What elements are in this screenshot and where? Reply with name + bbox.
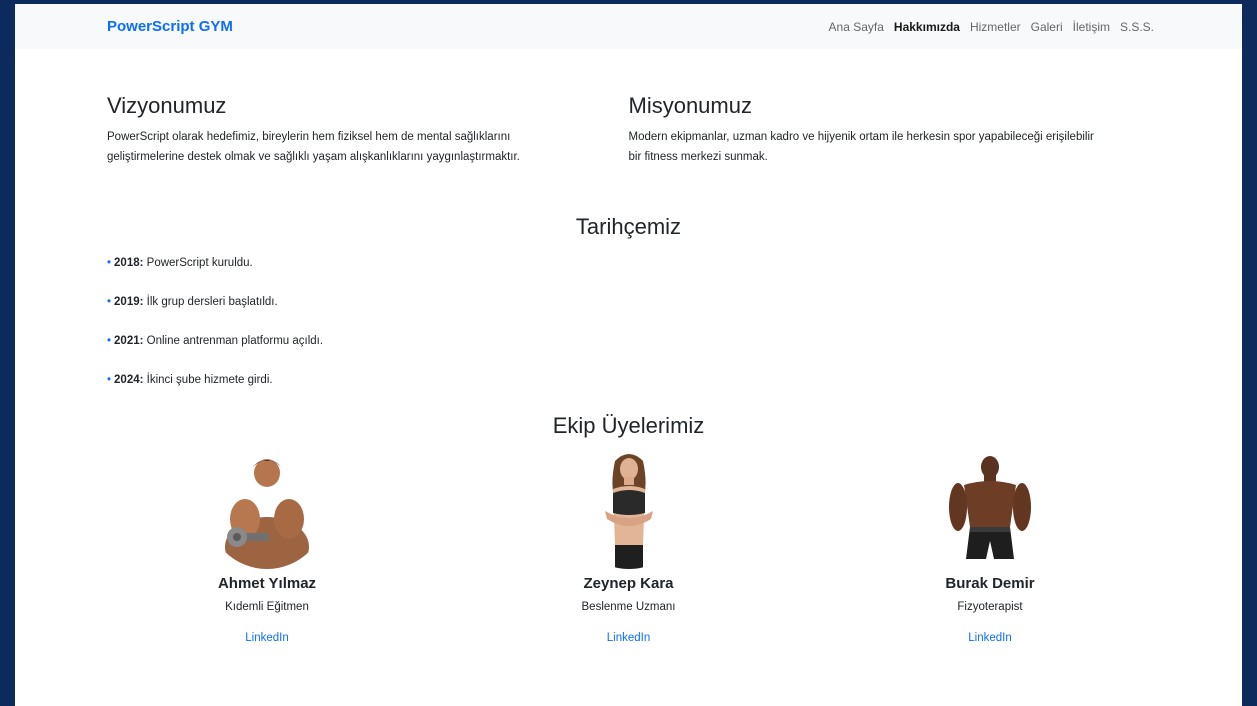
bullet-icon: • bbox=[107, 374, 112, 386]
nav-links: Ana Sayfa Hakkımızda Hizmetler Galeri İl… bbox=[829, 20, 1154, 34]
timeline-text: Online antrenman platformu açıldı. bbox=[143, 335, 324, 347]
mission-text: Modern ekipmanlar, uzman kadro ve hijyen… bbox=[628, 131, 1094, 163]
bullet-icon: • bbox=[107, 296, 112, 308]
team-member-card: Zeynep Kara Beslenme Uzmanı LinkedIn bbox=[529, 449, 729, 646]
vision-section: Vizyonumuz PowerScript olarak hedefimiz,… bbox=[107, 93, 629, 167]
bullet-icon: • bbox=[107, 257, 112, 269]
timeline-item: • 2019: İlk grup dersleri başlatıldı. bbox=[107, 293, 1150, 311]
timeline-year: 2024: bbox=[114, 374, 144, 386]
timeline-text: PowerScript kuruldu. bbox=[143, 257, 253, 269]
timeline-item: • 2024: İkinci şube hizmete girdi. bbox=[107, 371, 1150, 389]
mission-section: Misyonumuz Modern ekipmanlar, uzman kadr… bbox=[629, 93, 1151, 167]
history-timeline: • 2018: PowerScript kuruldu. • 2019: İlk g… bbox=[107, 254, 1150, 389]
bodybuilder-with-dumbbell-image bbox=[207, 449, 327, 569]
bullet-icon: • bbox=[107, 335, 112, 347]
member-name: Ahmet Yılmaz bbox=[217, 575, 317, 592]
team-member-card: Burak Demir Fizyoterapist LinkedIn bbox=[890, 449, 1090, 646]
linkedin-link[interactable]: LinkedIn bbox=[607, 632, 650, 644]
brand-logo-link[interactable]: PowerScript GYM bbox=[107, 18, 233, 35]
linkedin-link[interactable]: LinkedIn bbox=[968, 632, 1011, 644]
timeline-year: 2019: bbox=[114, 296, 144, 308]
member-role: Beslenme Uzmanı bbox=[581, 601, 676, 613]
history-title: Tarihçemiz bbox=[575, 214, 682, 239]
vision-mission-row: Vizyonumuz PowerScript olarak hedefimiz,… bbox=[107, 93, 1150, 167]
timeline-text: İkinci şube hizmete girdi. bbox=[143, 374, 273, 386]
navbar: PowerScript GYM Ana Sayfa Hakkımızda Hiz… bbox=[15, 4, 1242, 49]
member-role: Fizyoterapist bbox=[957, 601, 1023, 613]
member-photo bbox=[568, 449, 689, 569]
vision-title: Vizyonumuz bbox=[107, 93, 227, 118]
bodybuilder-image bbox=[930, 449, 1050, 569]
browser-viewport: PowerScript GYM Ana Sayfa Hakkımızda Hiz… bbox=[15, 4, 1242, 706]
nav-link-hizmetler[interactable]: Hizmetler bbox=[970, 20, 1021, 34]
member-photo bbox=[207, 449, 327, 569]
nav-link-iletisim[interactable]: İletişim bbox=[1073, 20, 1110, 34]
team-members: Ahmet Yılmaz Kıdemli Eğitmen LinkedIn Ze… bbox=[107, 449, 1150, 646]
mission-title: Misyonumuz bbox=[628, 93, 752, 118]
nav-link-hakkimizda[interactable]: Hakkımızda bbox=[894, 20, 960, 34]
linkedin-link[interactable]: LinkedIn bbox=[245, 632, 288, 644]
team-member-card: Ahmet Yılmaz Kıdemli Eğitmen LinkedIn bbox=[167, 449, 367, 646]
about-page-content: Vizyonumuz PowerScript olarak hedefimiz,… bbox=[15, 93, 1242, 646]
timeline-item: • 2021: Online antrenman platformu açıldı… bbox=[107, 332, 1150, 350]
timeline-item: • 2018: PowerScript kuruldu. bbox=[107, 254, 1150, 272]
member-name: Zeynep Kara bbox=[583, 575, 674, 592]
nav-link-sss[interactable]: S.S.S. bbox=[1120, 20, 1154, 34]
timeline-year: 2018: bbox=[114, 257, 144, 269]
team-title: Ekip Üyelerimiz bbox=[552, 413, 705, 438]
member-photo bbox=[930, 449, 1050, 569]
nav-link-ana-sayfa[interactable]: Ana Sayfa bbox=[829, 20, 884, 34]
female-trainer-image bbox=[568, 449, 689, 569]
timeline-text: İlk grup dersleri başlatıldı. bbox=[143, 296, 278, 308]
timeline-year: 2021: bbox=[114, 335, 144, 347]
vision-text: PowerScript olarak hedefimiz, bireylerin… bbox=[107, 131, 520, 163]
member-role: Kıdemli Eğitmen bbox=[225, 601, 309, 613]
member-name: Burak Demir bbox=[945, 575, 1035, 592]
nav-link-galeri[interactable]: Galeri bbox=[1031, 20, 1063, 34]
